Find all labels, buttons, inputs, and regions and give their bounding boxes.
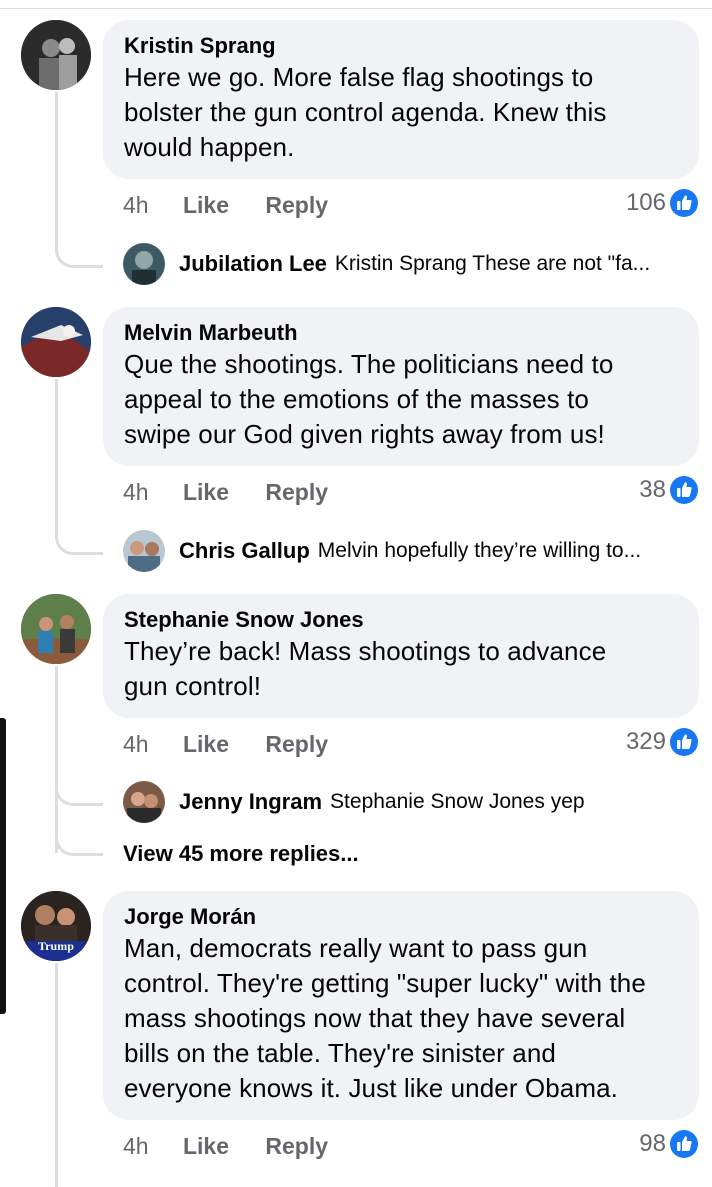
comment-time[interactable]: 4h [123, 192, 149, 218]
like-thumb-icon [670, 189, 698, 217]
reaction-count[interactable]: 106 [626, 189, 698, 217]
scroll-indicator [0, 718, 6, 1014]
comment-text-line: Que the shootings. The politicians need … [124, 349, 614, 379]
reply-author: Jenny Ingram [179, 789, 323, 814]
thread-connector [55, 92, 58, 248]
comment-author[interactable]: Kristin Sprang [124, 32, 679, 60]
reaction-count-value: 38 [639, 476, 666, 503]
reaction-count[interactable]: 329 [626, 728, 698, 756]
comment-actions: 4h Like Reply [123, 731, 358, 758]
comment-text-line: Here we go. More false flag shootings to [124, 62, 594, 92]
reply-button[interactable]: Reply [265, 1133, 328, 1159]
thread-connector [55, 963, 58, 1187]
avatar[interactable]: Trump [21, 891, 91, 961]
thread-connector-hook [55, 836, 103, 856]
reaction-count-value: 98 [639, 1130, 666, 1157]
reply-text: Stephanie Snow Jones yep [330, 790, 585, 813]
reply-text: Kristin Sprang These are not "fa... [334, 252, 651, 275]
avatar[interactable] [21, 20, 91, 90]
reply-button[interactable]: Reply [265, 479, 328, 505]
comment-text-line: everyone knows it. Just like under Obama… [124, 1073, 618, 1103]
reply-button[interactable]: Reply [265, 731, 328, 757]
comment-text-line: Man, democrats really want to pass gun [124, 933, 588, 963]
like-thumb-icon [670, 1130, 698, 1158]
reply-avatar [123, 781, 165, 823]
reply-preview[interactable]: Jenny Ingram Stephanie Snow Jones yep [123, 781, 585, 823]
comment-author[interactable]: Melvin Marbeuth [124, 319, 679, 347]
comment-author[interactable]: Jorge Morán [124, 903, 679, 931]
comment-text-line: They’re back! Mass shootings to advance [124, 636, 607, 666]
comment-time[interactable]: 4h [123, 1133, 149, 1159]
reply-preview[interactable]: Jubilation Lee Kristin Sprang These are … [123, 243, 650, 285]
reply-button[interactable]: Reply [265, 192, 328, 218]
thread-connector [55, 379, 58, 535]
comment-text-line: control. They're getting "super lucky" w… [124, 968, 646, 998]
reply-text: Melvin hopefully they’re willing to... [317, 539, 642, 562]
like-thumb-icon [670, 476, 698, 504]
comment-bubble: Stephanie Snow Jones They’re back! Mass … [103, 594, 699, 718]
reply-author: Jubilation Lee [179, 251, 327, 276]
thread-connector-hook [55, 786, 103, 806]
comment-time[interactable]: 4h [123, 479, 149, 505]
reaction-count[interactable]: 98 [639, 1130, 698, 1158]
comment-bubble: Melvin Marbeuth Que the shootings. The p… [103, 307, 699, 466]
comment-actions: 4h Like Reply [123, 192, 358, 219]
comment-text-line: appeal to the emotions of the masses to [124, 384, 589, 414]
comment-text-line: bills on the table. They're sinister and [124, 1038, 556, 1068]
like-button[interactable]: Like [183, 731, 229, 757]
like-button[interactable]: Like [183, 192, 229, 218]
avatar-badge-text: Trump [38, 939, 74, 953]
like-thumb-icon [670, 728, 698, 756]
comment-text-line: swipe our God given rights away from us! [124, 419, 605, 449]
like-button[interactable]: Like [183, 1133, 229, 1159]
comment-time[interactable]: 4h [123, 731, 149, 757]
reaction-count-value: 329 [625, 728, 666, 755]
reaction-count-value: 106 [625, 189, 666, 216]
thread-connector-hook [55, 535, 103, 555]
reply-preview[interactable]: Chris Gallup Melvin hopefully they’re wi… [123, 530, 641, 572]
comment-author[interactable]: Stephanie Snow Jones [124, 606, 679, 634]
comment-actions: 4h Like Reply [123, 1133, 358, 1160]
thread-connector [55, 666, 58, 853]
reply-avatar [123, 243, 165, 285]
comment-actions: 4h Like Reply [123, 479, 358, 506]
reply-avatar [123, 530, 165, 572]
comment-text-line: bolster the gun control agenda. Knew thi… [124, 97, 607, 127]
top-divider [0, 8, 712, 9]
like-button[interactable]: Like [183, 479, 229, 505]
comment-text-line: mass shootings now that they have severa… [124, 1003, 626, 1033]
reaction-count[interactable]: 38 [639, 476, 698, 504]
thread-connector-hook [55, 248, 103, 268]
comment-bubble: Kristin Sprang Here we go. More false fl… [103, 20, 699, 179]
comment-bubble: Jorge Morán Man, democrats really want t… [103, 891, 699, 1120]
comment-text-line: gun control! [124, 671, 262, 701]
avatar[interactable] [21, 594, 91, 664]
reply-author: Chris Gallup [179, 538, 310, 563]
avatar[interactable] [21, 307, 91, 377]
view-more-replies-link[interactable]: View 45 more replies... [123, 841, 359, 867]
comment-text-line: would happen. [124, 132, 295, 162]
